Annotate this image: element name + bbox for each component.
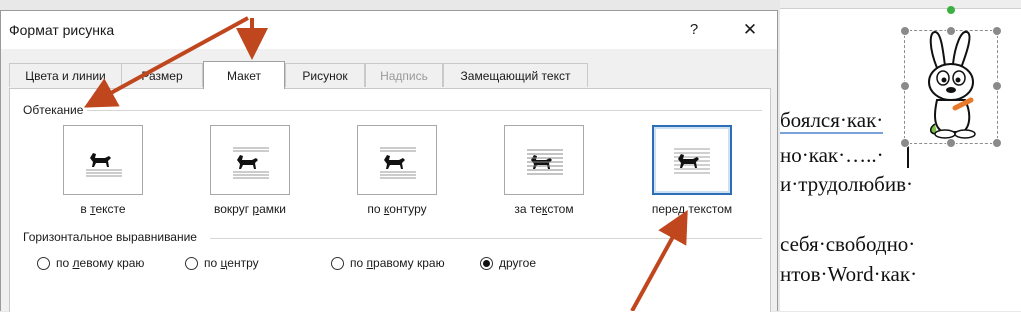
wrapping-group-label: Обтекание bbox=[23, 103, 88, 117]
tab-picture[interactable]: Рисунок bbox=[285, 63, 365, 87]
align-right-radio[interactable]: по правому краю bbox=[331, 256, 445, 270]
tab-colors-lines[interactable]: Цвета и линии bbox=[9, 63, 122, 87]
dialog-title: Формат рисунка bbox=[9, 22, 115, 38]
alignment-group-label: Горизонтальное выравнивание bbox=[23, 230, 201, 244]
doc-line-3: и·трудолюбив· bbox=[780, 172, 913, 196]
dialog-titlebar[interactable]: Формат рисунка ? ✕ bbox=[1, 11, 777, 49]
align-other-radio[interactable]: другое bbox=[480, 256, 536, 270]
rotate-handle[interactable] bbox=[947, 6, 955, 14]
doc-line-4: себя·свободно· bbox=[780, 232, 916, 256]
alignment-group-divider bbox=[210, 238, 762, 239]
layout-tab-panel: Обтекание в тексте вокруг рамки по конту… bbox=[9, 88, 771, 312]
tab-textbox: Надпись bbox=[365, 63, 443, 87]
rabbit-clipart[interactable] bbox=[915, 28, 987, 140]
radio-circle[interactable] bbox=[331, 256, 344, 270]
doc-line-2: но·как·…..· bbox=[780, 143, 884, 167]
wrap-behind-label: за текстом bbox=[514, 202, 574, 216]
wrap-behind-option[interactable] bbox=[504, 125, 584, 195]
wrap-tight-label: по контуру bbox=[367, 202, 427, 216]
wrap-front-option[interactable] bbox=[652, 125, 732, 195]
radio-circle-checked[interactable] bbox=[480, 256, 493, 270]
resize-handle-tr[interactable] bbox=[992, 26, 1002, 36]
align-center-radio[interactable]: по центру bbox=[185, 256, 259, 270]
wrap-inline-option[interactable] bbox=[63, 125, 143, 195]
close-button[interactable]: ✕ bbox=[735, 17, 765, 43]
doc-line-1: боялся·как· bbox=[780, 108, 884, 134]
align-other-label: другое bbox=[499, 256, 537, 270]
document-top-strip bbox=[780, 0, 1021, 9]
radio-circle[interactable] bbox=[37, 256, 50, 270]
wrap-square-label: вокруг рамки bbox=[214, 202, 286, 216]
wrap-tight-option[interactable] bbox=[357, 125, 437, 195]
align-left-radio[interactable]: по левому краю bbox=[37, 256, 144, 270]
doc-line-5: нтов·Word·как· bbox=[780, 262, 918, 286]
text-cursor bbox=[907, 146, 909, 168]
wrap-front-label: перед текстом bbox=[651, 202, 733, 216]
dog-square-icon bbox=[233, 147, 269, 179]
resize-handle-tl[interactable] bbox=[900, 26, 910, 36]
dog-front-icon bbox=[674, 148, 710, 174]
radio-circle[interactable] bbox=[185, 256, 198, 270]
wrapping-group-divider bbox=[72, 110, 762, 111]
resize-handle-r[interactable] bbox=[992, 81, 1002, 91]
dog-tight-icon bbox=[380, 147, 416, 179]
help-button[interactable]: ? bbox=[681, 17, 707, 43]
resize-handle-l[interactable] bbox=[900, 81, 910, 91]
wrap-inline-label: в тексте bbox=[80, 202, 126, 216]
resize-handle-bl[interactable] bbox=[900, 138, 910, 148]
dog-behind-icon bbox=[527, 149, 563, 175]
tab-layout[interactable]: Макет bbox=[203, 61, 285, 89]
resize-handle-br[interactable] bbox=[992, 138, 1002, 148]
tab-size[interactable]: Размер bbox=[121, 63, 203, 87]
format-picture-dialog: Формат рисунка ? ✕ Цвета и линии Размер … bbox=[0, 10, 778, 312]
align-center-label: по центру bbox=[204, 256, 259, 270]
tab-alt-text[interactable]: Замещающий текст bbox=[443, 63, 588, 87]
align-left-label: по левому краю bbox=[56, 256, 145, 270]
dog-inline-icon bbox=[86, 153, 122, 177]
wrap-square-option[interactable] bbox=[210, 125, 290, 195]
align-right-label: по правому краю bbox=[350, 256, 445, 270]
